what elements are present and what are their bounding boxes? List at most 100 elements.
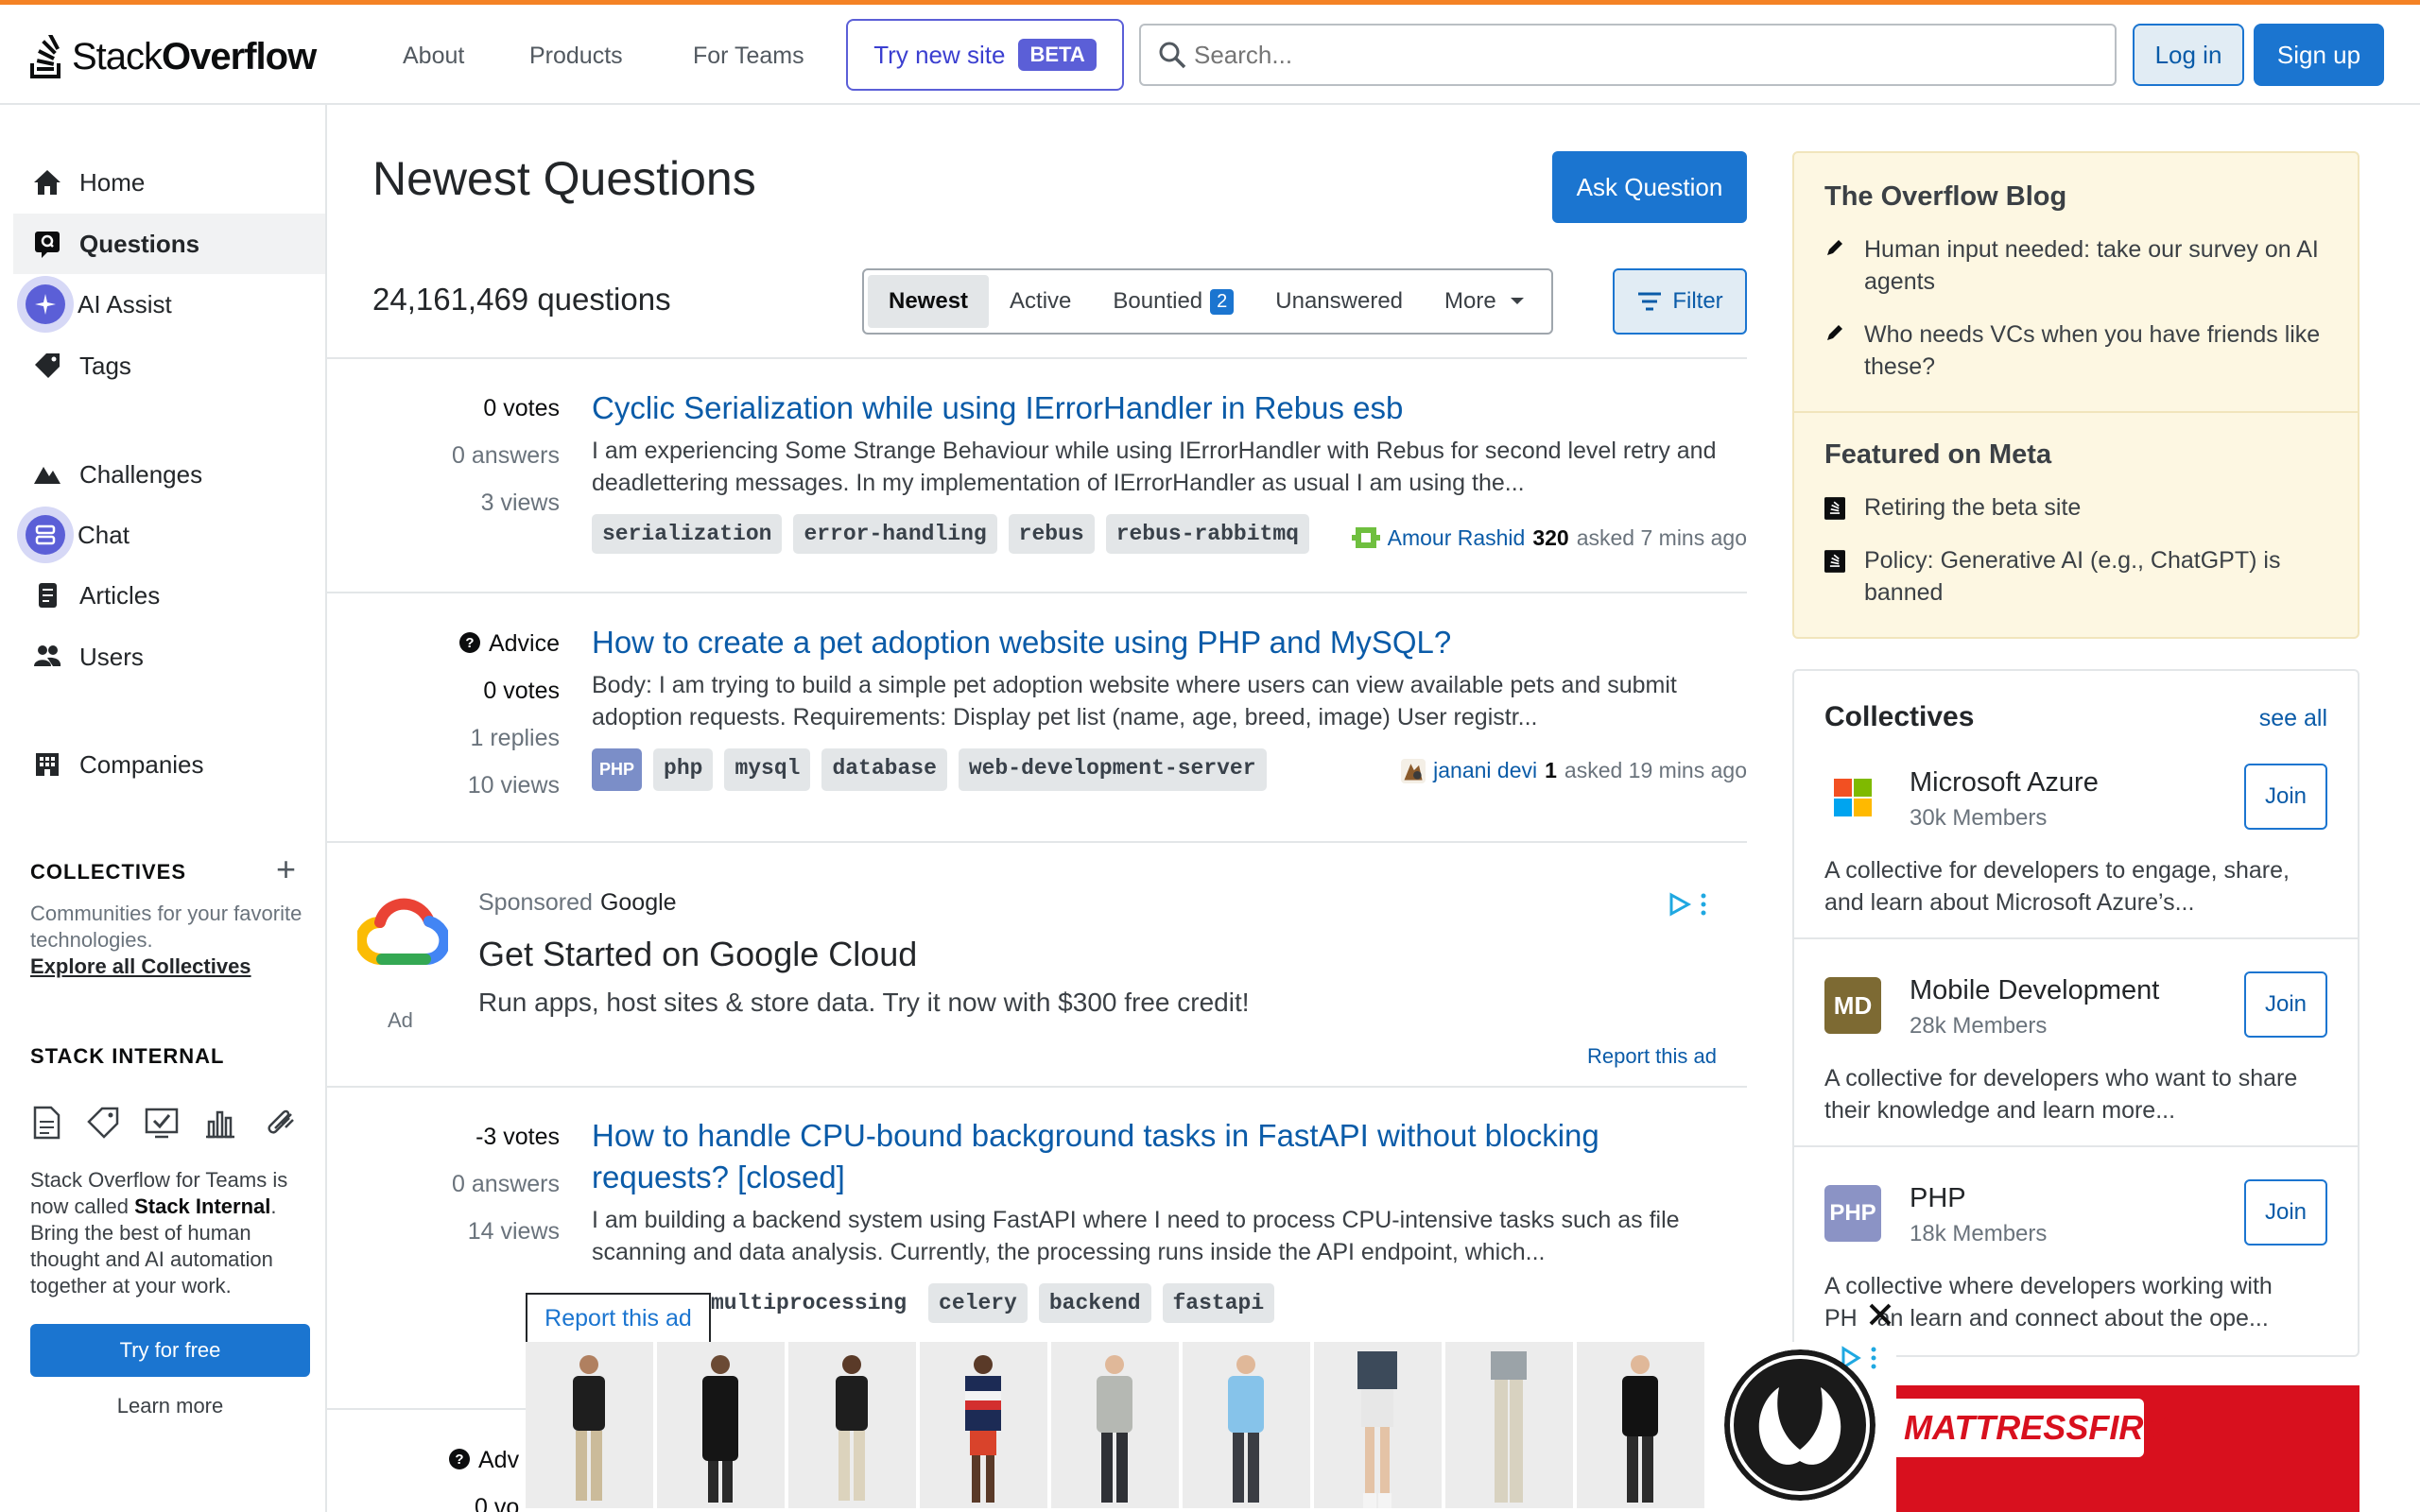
product-thumbnail[interactable]	[788, 1342, 916, 1508]
meta-item-link[interactable]: Policy: Generative AI (e.g., ChatGPT) is…	[1864, 544, 2327, 609]
tag-rebus-rabbitmq[interactable]: rebus-rabbitmq	[1105, 514, 1309, 554]
product-thumbnail[interactable]	[920, 1342, 1047, 1508]
meta-item[interactable]: Retiring the beta site	[1794, 471, 2358, 524]
tag-fastapi[interactable]: fastapi	[1162, 1283, 1275, 1323]
tag-php[interactable]: php	[653, 748, 714, 791]
tab-more[interactable]: More	[1424, 275, 1547, 328]
sidebar-item-label: Questions	[79, 229, 200, 258]
login-button[interactable]: Log in	[2133, 24, 2244, 86]
help-circle-icon: ?	[458, 632, 480, 653]
tag-celery[interactable]: celery	[928, 1283, 1028, 1323]
sidebar-item-label: Companies	[79, 749, 204, 779]
apparel-figure	[965, 1355, 1001, 1503]
product-thumbnail[interactable]	[1445, 1342, 1573, 1508]
ad-title[interactable]: Get Started on Google Cloud	[478, 935, 917, 974]
tag-multiprocessing[interactable]: multiprocessing	[709, 1283, 918, 1323]
sidebar-item-ai-assist[interactable]: AI Assist	[13, 274, 325, 335]
meta-heading: Featured on Meta	[1824, 439, 2052, 470]
question-stats: ? Advice 0 votes 1 replies 10 views	[323, 620, 560, 809]
collective-name[interactable]: PHP	[1910, 1183, 1966, 1214]
mattress-firm-ad[interactable]: MATTRESSFIRM	[1896, 1385, 2360, 1512]
collective-name[interactable]: Microsoft Azure	[1910, 767, 2099, 799]
tag-serialization[interactable]: serialization	[592, 514, 783, 554]
question-title-link[interactable]: Cyclic Serialization while using IErrorH…	[592, 387, 1403, 429]
nav-products[interactable]: Products	[529, 43, 623, 70]
blog-item-link[interactable]: Who needs VCs when you have friends like…	[1864, 318, 2327, 383]
tag-rebus[interactable]: rebus	[1008, 514, 1095, 554]
tab-bountied[interactable]: Bountied 2	[1092, 275, 1254, 328]
collective-divider	[1794, 937, 2358, 939]
user-avatar[interactable]	[1401, 758, 1426, 783]
php-collective-icon[interactable]: PHP	[592, 748, 643, 791]
collective-divider	[1794, 1145, 2358, 1147]
stackoverflow-logo-icon	[30, 35, 60, 78]
report-ad-link[interactable]: Report this ad	[1587, 1044, 1717, 1069]
try-for-free-button[interactable]: Try for free	[30, 1324, 310, 1377]
tag-web-development-server[interactable]: web-development-server	[958, 748, 1267, 791]
paperclip-icon	[268, 1109, 294, 1134]
product-thumbnail[interactable]	[657, 1342, 785, 1508]
blog-item[interactable]: Who needs VCs when you have friends like…	[1794, 298, 2358, 383]
question-title-link[interactable]: How to handle CPU-bound background tasks…	[592, 1115, 1599, 1198]
report-ad-button[interactable]: Report this ad	[526, 1293, 711, 1342]
add-collective-plus-icon[interactable]: +	[276, 850, 296, 889]
tab-active[interactable]: Active	[989, 275, 1092, 328]
sidebar-item-articles[interactable]: Articles	[13, 565, 325, 626]
question-title-link[interactable]: How to create a pet adoption website usi…	[592, 622, 1451, 663]
questions-icon	[28, 225, 66, 263]
join-button[interactable]: Join	[2244, 971, 2327, 1038]
bottom-banner-ad[interactable]: Report this ad	[526, 1293, 1896, 1512]
adchoices-icon[interactable]	[1668, 891, 1709, 918]
reply-count: 1 replies	[470, 725, 561, 751]
question-stats: 0 votes 0 answers 3 views	[323, 385, 560, 526]
product-thumbnail[interactable]	[1577, 1342, 1704, 1508]
tab-newest[interactable]: Newest	[868, 275, 990, 328]
bounty-count-badge: 2	[1210, 288, 1235, 315]
signup-button[interactable]: Sign up	[2254, 24, 2384, 86]
meta-item-link[interactable]: Retiring the beta site	[1864, 491, 2081, 524]
user-name-link[interactable]: janani devi	[1433, 758, 1537, 783]
user-avatar[interactable]	[1351, 524, 1380, 552]
tag-backend[interactable]: backend	[1038, 1283, 1151, 1323]
sidebar-item-tags[interactable]: Tags	[13, 335, 325, 396]
ad-sponsor-line: Sponsored Google	[478, 889, 677, 916]
sidebar-item-challenges[interactable]: Challenges	[13, 444, 325, 505]
sidebar-item-questions[interactable]: Questions	[13, 214, 325, 274]
sidebar-item-users[interactable]: Users	[13, 627, 325, 687]
sidebar-item-home[interactable]: Home	[13, 152, 325, 213]
question-stats: -3 votes 0 answers 14 views	[323, 1113, 560, 1255]
learn-more-link[interactable]: Learn more	[30, 1394, 310, 1418]
tag-error-handling[interactable]: error-handling	[793, 514, 997, 554]
product-thumbnail[interactable]	[526, 1342, 653, 1508]
tag-mysql[interactable]: mysql	[724, 748, 811, 791]
user-name-link[interactable]: Amour Rashid	[1388, 525, 1526, 551]
collective-name[interactable]: Mobile Development	[1910, 975, 2159, 1006]
filter-button[interactable]: Filter	[1613, 268, 1747, 335]
articles-icon	[28, 576, 66, 614]
nav-for-teams[interactable]: For Teams	[693, 43, 804, 70]
product-thumbnail[interactable]	[1051, 1342, 1179, 1508]
search-box[interactable]	[1139, 24, 2117, 86]
ask-question-button[interactable]: Ask Question	[1552, 151, 1747, 223]
join-button[interactable]: Join	[2244, 1179, 2327, 1246]
blog-item[interactable]: Human input needed: take our survey on A…	[1794, 213, 2358, 298]
tag-database[interactable]: database	[821, 748, 947, 791]
stack-internal-title: STACK INTERNAL	[30, 1044, 225, 1068]
sponsored-ad[interactable]: Sponsored Google Get Started on Google Cl…	[327, 844, 1747, 1086]
sidebar-item-companies[interactable]: Companies	[13, 734, 325, 795]
search-input[interactable]	[1194, 40, 2115, 70]
product-thumbnail[interactable]	[1183, 1342, 1310, 1508]
explore-collectives-link[interactable]: Explore all Collectives	[30, 954, 304, 980]
filter-label: Filter	[1672, 288, 1723, 314]
blog-item-link[interactable]: Human input needed: take our survey on A…	[1864, 233, 2327, 298]
nav-about[interactable]: About	[403, 43, 464, 70]
see-all-link[interactable]: see all	[2259, 705, 2327, 732]
try-new-site-button[interactable]: Try new site BETA	[846, 19, 1124, 91]
meta-item[interactable]: Policy: Generative AI (e.g., ChatGPT) is…	[1794, 524, 2358, 609]
tab-unanswered[interactable]: Unanswered	[1254, 275, 1424, 328]
sidebar-item-chat[interactable]: Chat	[13, 505, 325, 565]
join-button[interactable]: Join	[2244, 764, 2327, 830]
stackoverflow-logo[interactable]: StackOverflow	[28, 35, 317, 78]
product-thumbnail[interactable]	[1314, 1342, 1442, 1508]
ad-close-icon[interactable]	[1866, 1300, 1894, 1329]
